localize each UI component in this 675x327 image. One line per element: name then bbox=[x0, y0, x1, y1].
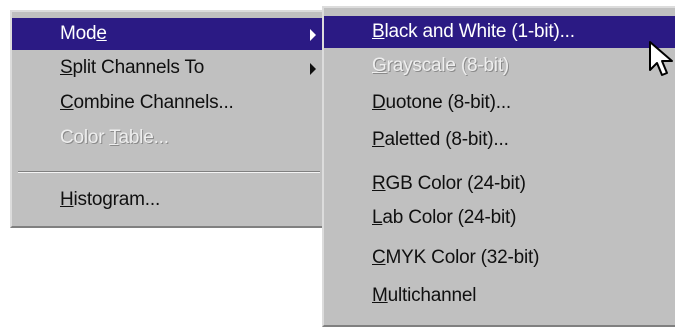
menu-separator bbox=[18, 171, 320, 173]
mouse-cursor-icon bbox=[649, 41, 673, 76]
mode-item-lab-color[interactable]: Lab Color (24-bit) bbox=[324, 202, 675, 234]
menu-item-label: Black and White (1-bit)... bbox=[372, 21, 575, 42]
mode-item-rgb-color[interactable]: RGB Color (24-bit) bbox=[324, 168, 675, 200]
menu-item-label: Mode bbox=[60, 23, 107, 44]
mode-item-multichannel[interactable]: Multichannel bbox=[324, 280, 675, 312]
menu-item-label: Multichannel bbox=[372, 285, 477, 306]
menu-item-label: RGB Color (24-bit) bbox=[372, 173, 526, 194]
menu-item-histogram[interactable]: Histogram... bbox=[12, 184, 326, 216]
image-menu: Mode Split Channels To Combine Channels.… bbox=[10, 10, 328, 228]
mode-item-paletted[interactable]: Paletted (8-bit)... bbox=[324, 124, 675, 156]
mode-item-grayscale: Grayscale (8-bit) bbox=[324, 50, 675, 82]
mode-item-duotone[interactable]: Duotone (8-bit)... bbox=[324, 87, 675, 119]
menu-item-label: Paletted (8-bit)... bbox=[372, 129, 509, 150]
menu-item-label: CMYK Color (32-bit) bbox=[372, 247, 540, 268]
mode-item-cmyk-color[interactable]: CMYK Color (32-bit) bbox=[324, 242, 675, 274]
menu-item-label: Lab Color (24-bit) bbox=[372, 207, 517, 228]
menu-item-label: Histogram... bbox=[60, 189, 161, 210]
menu-item-label: Grayscale (8-bit) bbox=[372, 55, 510, 76]
mode-submenu: Black and White (1-bit)... Grayscale (8-… bbox=[322, 6, 675, 327]
menu-item-mode[interactable]: Mode bbox=[12, 18, 326, 50]
menu-item-label: Duotone (8-bit)... bbox=[372, 92, 511, 113]
menu-item-label: Split Channels To bbox=[60, 57, 205, 78]
menu-item-color-table: Color Table... bbox=[12, 122, 326, 154]
menu-item-combine-channels[interactable]: Combine Channels... bbox=[12, 87, 326, 119]
chevron-right-icon bbox=[310, 29, 316, 41]
menu-item-label: Combine Channels... bbox=[60, 92, 234, 113]
menu-item-label: Color Table... bbox=[60, 127, 169, 148]
chevron-right-icon bbox=[310, 63, 316, 75]
menu-item-split-channels-to[interactable]: Split Channels To bbox=[12, 52, 326, 84]
mode-item-black-and-white[interactable]: Black and White (1-bit)... bbox=[324, 16, 675, 48]
